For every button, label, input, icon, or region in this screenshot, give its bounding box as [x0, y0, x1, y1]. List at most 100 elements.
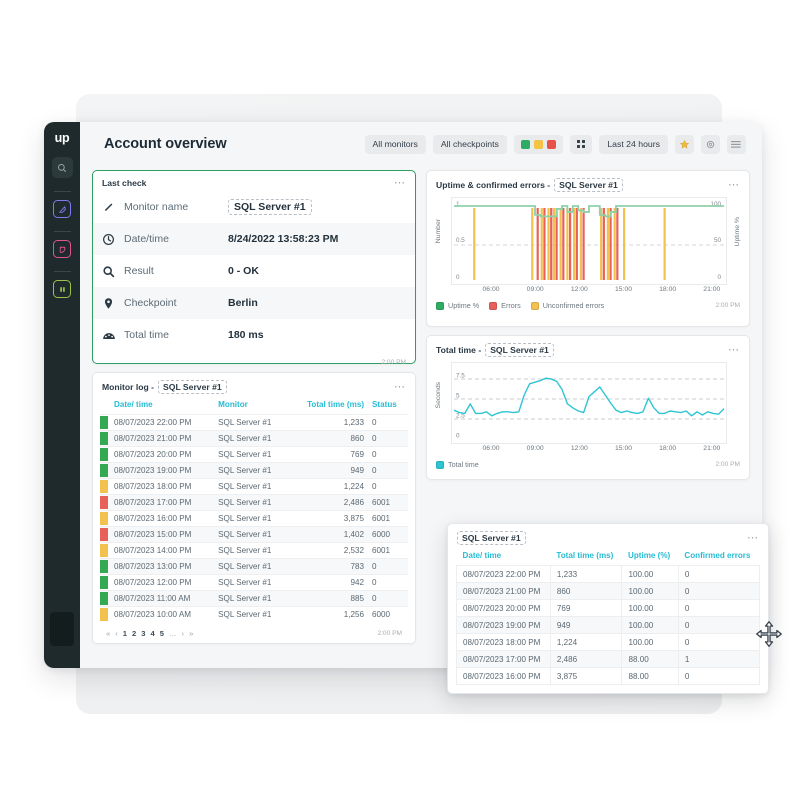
cell-monitor: SQL Server #1 [214, 430, 289, 447]
th-uptime[interactable]: Uptime (%) [622, 548, 678, 566]
table-row[interactable]: 08/07/2023 21:00 PM 860 100.00 0 [456, 582, 761, 600]
x-tick-label: 15:00 [614, 286, 633, 293]
th-total-time[interactable]: Total time (ms) [550, 548, 622, 566]
table-row[interactable]: 08/07/2023 10:00 AM SQL Server #1 1,256 600… [100, 606, 408, 622]
total-time-chart-more-icon[interactable]: ⋯ [728, 345, 740, 356]
sidebar-item-alerts[interactable] [53, 240, 71, 258]
page-1[interactable]: 1 [479, 692, 483, 693]
uptime-chart-title: Uptime & confirmed errors - [436, 180, 551, 190]
legend-item-uptime[interactable]: Uptime % [436, 301, 479, 310]
pager-control[interactable]: › [182, 629, 185, 638]
chart-bar [550, 208, 553, 280]
table-row[interactable]: 08/07/2023 18:00 PM SQL Server #1 1,224 0 [100, 478, 408, 495]
pager-control[interactable]: » [545, 692, 549, 693]
th-datetime[interactable]: Date/ time [457, 548, 551, 566]
th-status[interactable]: Status [368, 397, 408, 415]
last-check-title: Last check [102, 178, 147, 188]
swatch-ok[interactable] [520, 139, 530, 149]
page-1[interactable]: 1 [123, 629, 127, 638]
page-5[interactable]: 5 [516, 692, 520, 693]
sidebar-item-search[interactable] [51, 157, 73, 178]
layout-grid-button[interactable] [569, 134, 593, 154]
table-row[interactable]: 08/07/2023 16:00 PM 3,875 88.00 0 [456, 667, 761, 685]
detail-panel-more-icon[interactable]: ⋯ [747, 533, 759, 544]
timestamp: 2:00 PM [729, 693, 754, 694]
legend-item-unconfirmed[interactable]: Unconfirmed errors [530, 301, 604, 310]
pager-control[interactable]: » [189, 629, 193, 638]
last-check-more-icon[interactable]: ⋯ [394, 178, 406, 189]
table-row[interactable]: 08/07/2023 13:00 PM SQL Server #1 783 0 [100, 558, 408, 575]
table-row[interactable]: 08/07/2023 22:00 PM SQL Server #1 1,233 0 [100, 414, 408, 431]
hamburger-icon [731, 140, 741, 148]
th-datetime[interactable]: Date/ time [110, 397, 214, 415]
settings-button[interactable] [701, 134, 720, 154]
page-4[interactable]: 4 [506, 692, 510, 693]
table-row[interactable]: 08/07/2023 16:00 PM SQL Server #1 3,875 600… [100, 510, 408, 527]
monitor-log-pagination[interactable]: « ‹ 1 2 3 4 5 … › » 2:00 PM [100, 622, 408, 638]
pager-control[interactable]: ‹ [471, 692, 474, 693]
cell-total-time: 2,532 [288, 542, 369, 559]
filter-all-checkpoints[interactable]: All checkpoints [432, 134, 507, 154]
menu-button[interactable] [727, 134, 746, 154]
total-time-chart-title: Total time - [436, 345, 482, 355]
table-row[interactable]: 08/07/2023 18:00 PM 1,224 100.00 0 [456, 633, 761, 651]
detail-table: Date/ time Total time (ms) Uptime (%) Co… [456, 548, 761, 685]
legend-item-total-time[interactable]: Total time [436, 460, 479, 469]
page-4[interactable]: 4 [150, 629, 154, 638]
table-row[interactable]: 08/07/2023 11:00 AM SQL Server #1 885 0 [100, 590, 408, 607]
filter-all-monitors[interactable]: All monitors [364, 134, 426, 154]
total-time-chart-card: Total time - SQL Server #1 ⋯ Seconds 0 2.… [426, 335, 750, 480]
pager-control[interactable]: « [106, 629, 110, 638]
status-filter-swatches[interactable] [513, 134, 563, 154]
pager-control[interactable]: « [462, 692, 466, 693]
table-row[interactable]: 08/07/2023 15:00 PM SQL Server #1 1,402 600… [100, 526, 408, 543]
detail-pagination[interactable]: « ‹ 1 2 3 4 5 … › » 2:00 PM [456, 685, 760, 694]
table-row[interactable]: 08/07/2023 20:00 PM SQL Server #1 769 0 [100, 446, 408, 463]
page-5[interactable]: 5 [160, 629, 164, 638]
cell-status: 0 [368, 462, 408, 479]
pager-control[interactable]: … [525, 692, 533, 693]
table-row[interactable]: 08/07/2023 19:00 PM SQL Server #1 949 0 [100, 462, 408, 479]
status-indicator [100, 480, 108, 493]
cell-datetime: 08/07/2023 10:00 AM [110, 606, 215, 622]
th-total-time[interactable]: Total time (ms) [289, 397, 368, 415]
cell-errors: 1 [677, 650, 761, 668]
pager-control[interactable]: › [538, 692, 541, 693]
monitor-log-more-icon[interactable]: ⋯ [394, 382, 406, 393]
page-3[interactable]: 3 [141, 629, 145, 638]
swatch-warning[interactable] [533, 139, 543, 149]
page-2[interactable]: 2 [132, 629, 136, 638]
swatch-error[interactable] [546, 139, 556, 149]
sidebar-item-reports[interactable] [53, 280, 71, 298]
table-row[interactable]: 08/07/2023 14:00 PM SQL Server #1 2,532 600… [100, 542, 408, 559]
th-status-color [100, 397, 110, 415]
table-row[interactable]: 08/07/2023 21:00 PM SQL Server #1 860 0 [100, 430, 408, 447]
favorite-button[interactable] [675, 134, 694, 154]
time-range-selector[interactable]: Last 24 hours [599, 134, 668, 154]
th-monitor[interactable]: Monitor [214, 397, 289, 415]
sidebar-item-monitors[interactable] [53, 200, 71, 218]
x-tick-label: 21:00 [703, 445, 721, 452]
cell-datetime: 08/07/2023 15:00 PM [110, 526, 215, 543]
th-confirmed-errors[interactable]: Confirmed errors [678, 548, 759, 566]
legend-item-errors[interactable]: Errors [489, 301, 521, 310]
row-value: SQL Server #1 [228, 199, 312, 215]
detail-panel[interactable]: SQL Server #1 ⋯ Date/ time Total time (m… [447, 523, 769, 694]
pager-control[interactable]: ‹ [115, 629, 118, 638]
page-3[interactable]: 3 [497, 692, 501, 693]
chart-bar [536, 208, 539, 280]
page-2[interactable]: 2 [488, 692, 492, 693]
pager-control[interactable]: … [169, 629, 177, 638]
table-row[interactable]: 08/07/2023 17:00 PM SQL Server #1 2,486 600… [100, 494, 408, 511]
status-indicator [100, 608, 108, 621]
table-row[interactable]: 08/07/2023 22:00 PM 1,233 100.00 0 [456, 565, 761, 583]
sidebar-item-account[interactable] [50, 612, 74, 646]
cell-monitor: SQL Server #1 [214, 542, 289, 559]
table-row[interactable]: 08/07/2023 17:00 PM 2,486 88.00 1 [456, 650, 761, 668]
uptime-chart-more-icon[interactable]: ⋯ [728, 180, 740, 191]
table-row[interactable]: 08/07/2023 20:00 PM 769 100.00 0 [456, 599, 761, 617]
cell-total-time: 769 [288, 446, 369, 463]
table-row[interactable]: 08/07/2023 19:00 PM 949 100.00 0 [456, 616, 761, 634]
chart-bar [575, 208, 578, 280]
table-row[interactable]: 08/07/2023 12:00 PM SQL Server #1 942 0 [100, 574, 408, 591]
